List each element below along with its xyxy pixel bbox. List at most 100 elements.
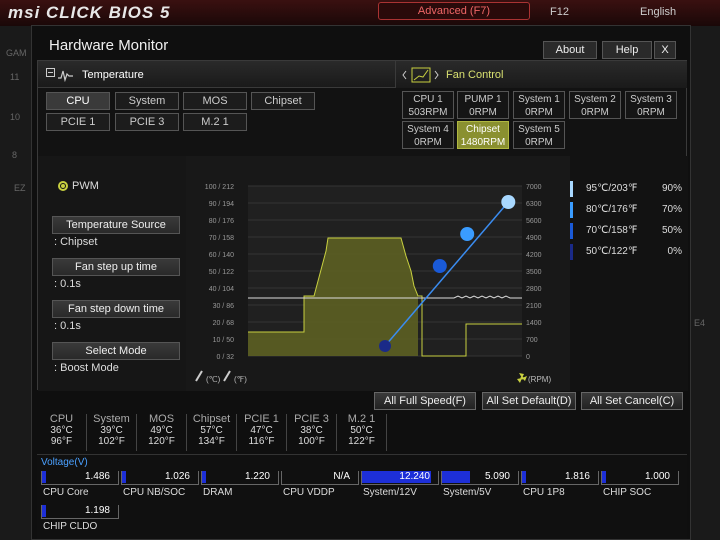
legend-point-4[interactable]: 50℃/122℉ 0% xyxy=(570,244,688,260)
voltage-value: 12.240 xyxy=(399,471,430,482)
fan-name: System 1 xyxy=(518,94,560,105)
reading-fahrenheit: 122°F xyxy=(348,436,375,447)
voltage-value: 1.486 xyxy=(84,471,110,482)
fan-name: PUMP 1 xyxy=(464,94,502,105)
fan-name: System 4 xyxy=(407,124,449,135)
f12-screenshot-button[interactable]: F12 xyxy=(550,6,569,18)
legend-color-bar xyxy=(570,223,573,239)
close-button[interactable]: X xyxy=(654,41,676,59)
fan-step-down-button[interactable]: Fan step down time xyxy=(52,300,180,318)
tab-pcie3[interactable]: PCIE 3 xyxy=(115,113,179,131)
monitor-panel: Temperature Fan Control CPU System MOS C… xyxy=(37,60,688,391)
voltage-bar: 12.240 xyxy=(361,471,439,485)
tab-m2-1[interactable]: M.2 1 xyxy=(183,113,247,131)
fan-rpm: 503RPM xyxy=(408,107,448,118)
tab-cpu[interactable]: CPU xyxy=(46,92,110,110)
select-mode-button[interactable]: Select Mode xyxy=(52,342,180,360)
voltage-label: CHIP CLDO xyxy=(43,521,98,532)
reading-name: Chipset xyxy=(192,413,231,425)
bios-top-bar: msi CLICK BIOS 5 Advanced (F7) F12 Engli… xyxy=(0,0,720,26)
fan-system1[interactable]: System 1 0RPM xyxy=(513,91,565,119)
all-set-default-button[interactable]: All Set Default(D) xyxy=(482,392,576,410)
hardware-monitor-window: Hardware Monitor About Help X Temperatur… xyxy=(31,25,691,540)
reading-mos: MOS 49°C 120°F xyxy=(137,414,187,451)
temperature-header: Temperature xyxy=(38,61,395,88)
voltage-bar: N/A xyxy=(281,471,359,485)
fan-name: System 3 xyxy=(630,94,672,105)
voltage-bar: 1.816 xyxy=(521,471,599,485)
fan-control-header: Fan Control xyxy=(395,61,687,88)
reading-fahrenheit: 100°F xyxy=(298,436,325,447)
fan-system2[interactable]: System 2 0RPM xyxy=(569,91,621,119)
voltage-bar: 5.090 xyxy=(441,471,519,485)
temperature-graph-icon xyxy=(46,68,73,82)
bg-number: 10 xyxy=(10,112,21,122)
voltage-bar-fill xyxy=(122,471,126,483)
curve-point-handle[interactable] xyxy=(379,340,391,352)
legend-point-2[interactable]: 80℃/176℉ 70% xyxy=(570,202,688,218)
reading-celsius: 47°C xyxy=(250,425,273,436)
window-title: Hardware Monitor xyxy=(49,37,169,54)
temp-tick-label: 30 / 86 xyxy=(213,303,235,310)
legend-point-3[interactable]: 70℃/158℉ 50% xyxy=(570,223,688,239)
voltage-value: 1.220 xyxy=(244,471,270,482)
temp-tick-label: 90 / 194 xyxy=(209,201,234,208)
temp-tick-label: 70 / 158 xyxy=(209,235,234,242)
voltage-label: CPU VDDP xyxy=(283,487,335,498)
tab-chipset[interactable]: Chipset xyxy=(251,92,315,110)
voltage-bar-fill xyxy=(42,471,46,483)
temp-tick-label: 50 / 122 xyxy=(209,269,234,276)
temperature-source-button[interactable]: Temperature Source xyxy=(52,216,180,234)
voltage-title: Voltage(V) xyxy=(41,457,88,468)
reading-celsius: 50°C xyxy=(350,425,373,436)
voltage-bar: 1.220 xyxy=(201,471,279,485)
reading-system: System 39°C 102°F xyxy=(87,414,137,451)
tab-system[interactable]: System xyxy=(115,92,179,110)
fan-step-up-button[interactable]: Fan step up time xyxy=(52,258,180,276)
tab-pcie1[interactable]: PCIE 1 xyxy=(46,113,110,131)
legend-point-1[interactable]: 95℃/203℉ 90% xyxy=(570,181,688,197)
voltage-label: CPU NB/SOC xyxy=(123,487,186,498)
fan-control-icon xyxy=(402,67,439,83)
about-button[interactable]: About xyxy=(543,41,597,59)
curve-point-handle[interactable] xyxy=(460,227,475,241)
fan-curve-svg: 100 / 212 90 / 194 80 / 176 70 / 158 60 / 14… xyxy=(195,184,551,384)
bg-number: 11 xyxy=(10,72,20,82)
temp-tick-label: 10 / 50 xyxy=(213,337,235,344)
voltage-bar-fill xyxy=(202,471,206,483)
fan-chipset[interactable]: Chipset 1480RPM xyxy=(457,121,509,149)
tab-mos[interactable]: MOS xyxy=(183,92,247,110)
select-mode-value: : Boost Mode xyxy=(54,362,119,374)
fan-pump1[interactable]: PUMP 1 0RPM xyxy=(457,91,509,119)
temp-tick-label: 80 / 176 xyxy=(209,218,234,225)
fan-settings-panel: PWM Temperature Source : Chipset Fan ste… xyxy=(38,156,186,391)
language-button[interactable]: English xyxy=(640,6,676,18)
voltage-value: 5.090 xyxy=(484,471,510,482)
pwm-label: PWM xyxy=(72,180,99,192)
fan-curve-graph[interactable]: 100 / 212 90 / 194 80 / 176 70 / 158 60 / 14… xyxy=(186,156,570,391)
fan-name: Chipset xyxy=(466,124,500,135)
temp-tick-label: 100 / 212 xyxy=(205,184,234,191)
voltage-bar: 1.000 xyxy=(601,471,679,485)
all-set-cancel-button[interactable]: All Set Cancel(C) xyxy=(581,392,683,410)
fan-system5[interactable]: System 5 0RPM xyxy=(513,121,565,149)
fan-name: System 5 xyxy=(518,124,560,135)
temp-tick-label: 0 / 32 xyxy=(216,354,234,361)
help-button[interactable]: Help xyxy=(602,41,652,59)
fan-name: CPU 1 xyxy=(413,94,443,105)
fan-system4[interactable]: System 4 0RPM xyxy=(402,121,454,149)
temperature-readings: CPU 36°C 96°F System 39°C 102°F MOS 49°C 120°F… xyxy=(37,414,687,454)
temp-tick-label: 40 / 104 xyxy=(209,286,234,293)
reading-cpu: CPU 36°C 96°F xyxy=(37,414,87,451)
legend-percent: 0% xyxy=(667,246,682,257)
curve-point-handle[interactable] xyxy=(432,259,447,273)
rpm-tick-label: 4200 xyxy=(526,252,542,259)
advanced-mode-button[interactable]: Advanced (F7) xyxy=(378,2,530,20)
fan-system3[interactable]: System 3 0RPM xyxy=(625,91,677,119)
pwm-radio[interactable] xyxy=(58,181,68,191)
voltage-label: System/12V xyxy=(363,487,417,498)
fan-step-down-value: : 0.1s xyxy=(54,320,81,332)
fan-cpu1[interactable]: CPU 1 503RPM xyxy=(402,91,454,119)
all-full-speed-button[interactable]: All Full Speed(F) xyxy=(374,392,476,410)
curve-point-handle[interactable] xyxy=(501,195,516,209)
